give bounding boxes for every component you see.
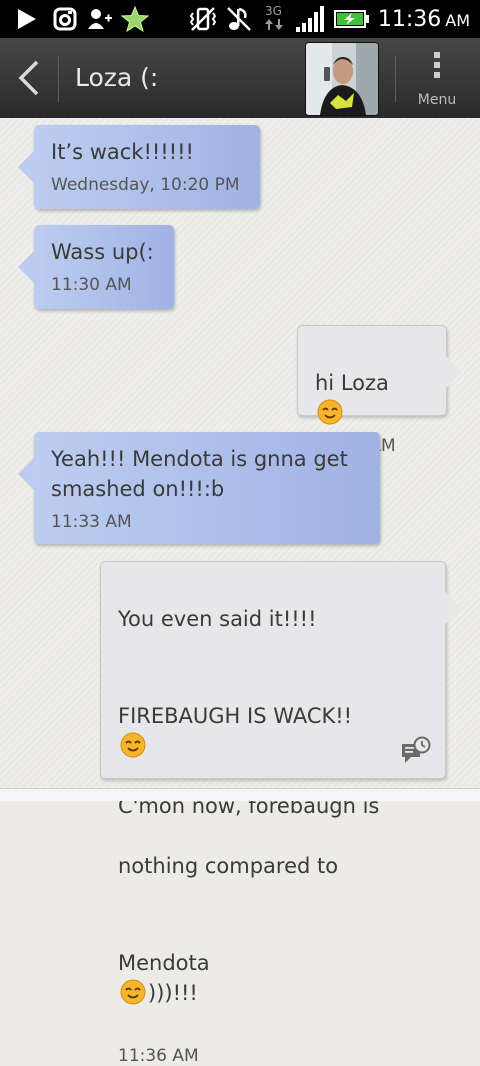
clock: 11:36 AM <box>378 0 470 38</box>
queued-message-icon <box>402 736 431 763</box>
message-line: Mendota )))!!! <box>118 918 428 1008</box>
divider <box>58 56 59 102</box>
smile-emoji-icon <box>120 979 146 1005</box>
add-contact-icon <box>86 0 114 38</box>
message-timestamp: 11:30 AM <box>51 275 132 295</box>
divider <box>395 56 396 102</box>
message-timestamp: 11:36 AM <box>118 1046 199 1066</box>
avatar-photo <box>306 43 378 115</box>
message-text: It’s wack!!!!!! <box>51 140 194 164</box>
message-bubble-incoming[interactable]: It’s wack!!!!!! Wednesday, 10:20 PM <box>18 125 260 209</box>
menu-label: Menu <box>417 92 457 108</box>
message-text: hi Loza <box>315 338 429 428</box>
message-bubble-incoming[interactable]: Wass up(: 11:30 AM <box>18 225 174 309</box>
play-icon <box>14 0 40 38</box>
svg-text:3G: 3G <box>265 4 282 18</box>
message-text-content: Mendota <box>118 951 210 975</box>
message-text-content: )))!!! <box>148 981 198 1005</box>
compose-area[interactable] <box>0 788 480 801</box>
chevron-left-icon <box>18 60 39 96</box>
instagram-icon <box>52 0 78 38</box>
vibrate-icon <box>188 0 218 38</box>
message-bubble-incoming[interactable]: Yeah!!! Mendota is gnna get smashed on!!… <box>18 432 380 544</box>
overflow-menu-icon <box>434 52 440 78</box>
message-timestamp: Wednesday, 10:20 PM <box>51 175 240 195</box>
message-line: FIREBAUGH IS WACK!! <box>118 671 428 761</box>
message-line: nothing compared to <box>118 854 339 878</box>
message-text-content: FIREBAUGH IS WACK!! <box>118 704 353 728</box>
status-bar: 3G 11:36 AM <box>0 0 480 38</box>
message-timestamp: 11:33 AM <box>51 512 132 532</box>
clock-time: 11:36 <box>377 7 442 32</box>
smile-emoji-icon <box>120 732 146 758</box>
signal-icon <box>294 0 328 38</box>
smile-emoji-icon <box>317 399 343 425</box>
contact-name[interactable]: Loza (: <box>75 38 158 118</box>
conversation-thread[interactable]: It’s wack!!!!!! Wednesday, 10:20 PM Wass… <box>0 118 480 1066</box>
contact-avatar[interactable] <box>305 42 379 116</box>
message-line: You even said it!!!! <box>118 607 317 631</box>
message-bubble-outgoing[interactable]: hi Loza 11:31 AM <box>297 325 462 456</box>
message-text: You even said it!!!! FIREBAUGH IS WACK!!… <box>118 574 428 1038</box>
message-bubble-outgoing[interactable]: You even said it!!!! FIREBAUGH IS WACK!!… <box>100 561 461 1066</box>
message-text: Yeah!!! Mendota is gnna get smashed on!!… <box>51 447 348 501</box>
back-button[interactable] <box>0 38 58 118</box>
mute-icon <box>224 0 254 38</box>
battery-charging-icon <box>334 0 370 38</box>
menu-button[interactable]: Menu <box>400 38 480 118</box>
clock-ampm: AM <box>445 11 470 30</box>
action-bar: Loza (: Menu <box>0 38 480 120</box>
3g-icon: 3G <box>262 0 290 38</box>
star-icon <box>120 0 150 38</box>
message-text: Wass up(: <box>51 240 154 264</box>
message-text-content: hi Loza <box>315 371 389 395</box>
